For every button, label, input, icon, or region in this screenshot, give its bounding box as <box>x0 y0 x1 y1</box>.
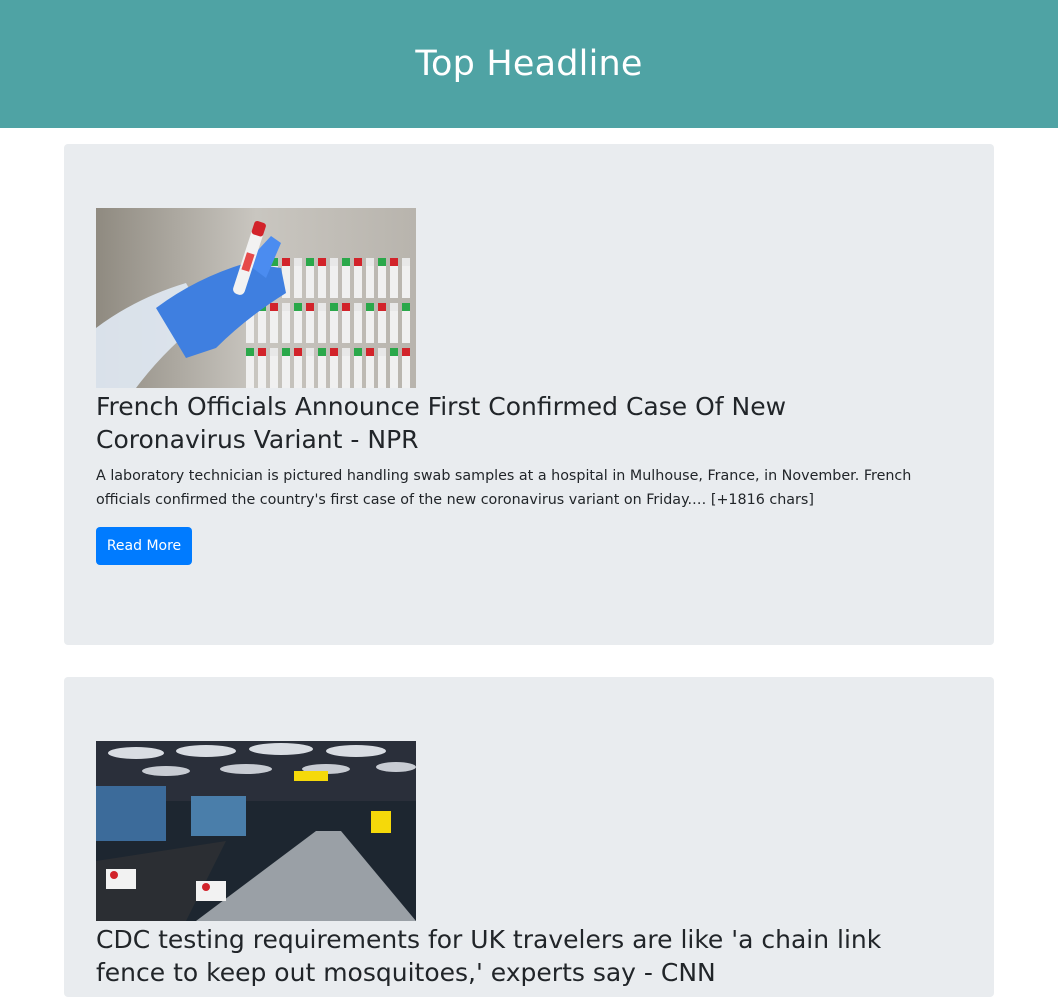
article-card: CDC testing requirements for UK traveler… <box>64 677 994 997</box>
article-description: A laboratory technician is pictured hand… <box>96 468 912 508</box>
article-title[interactable]: French Officials Announce First Confirme… <box>96 390 916 456</box>
article-card: French Officials Announce First Confirme… <box>64 144 994 645</box>
page-title: Top Headline <box>415 44 643 84</box>
page-header: Top Headline <box>0 0 1058 128</box>
article-title[interactable]: CDC testing requirements for UK traveler… <box>96 923 916 989</box>
article-image[interactable] <box>96 208 416 388</box>
read-more-button[interactable]: Read More <box>96 527 192 565</box>
article-image[interactable] <box>96 741 416 921</box>
